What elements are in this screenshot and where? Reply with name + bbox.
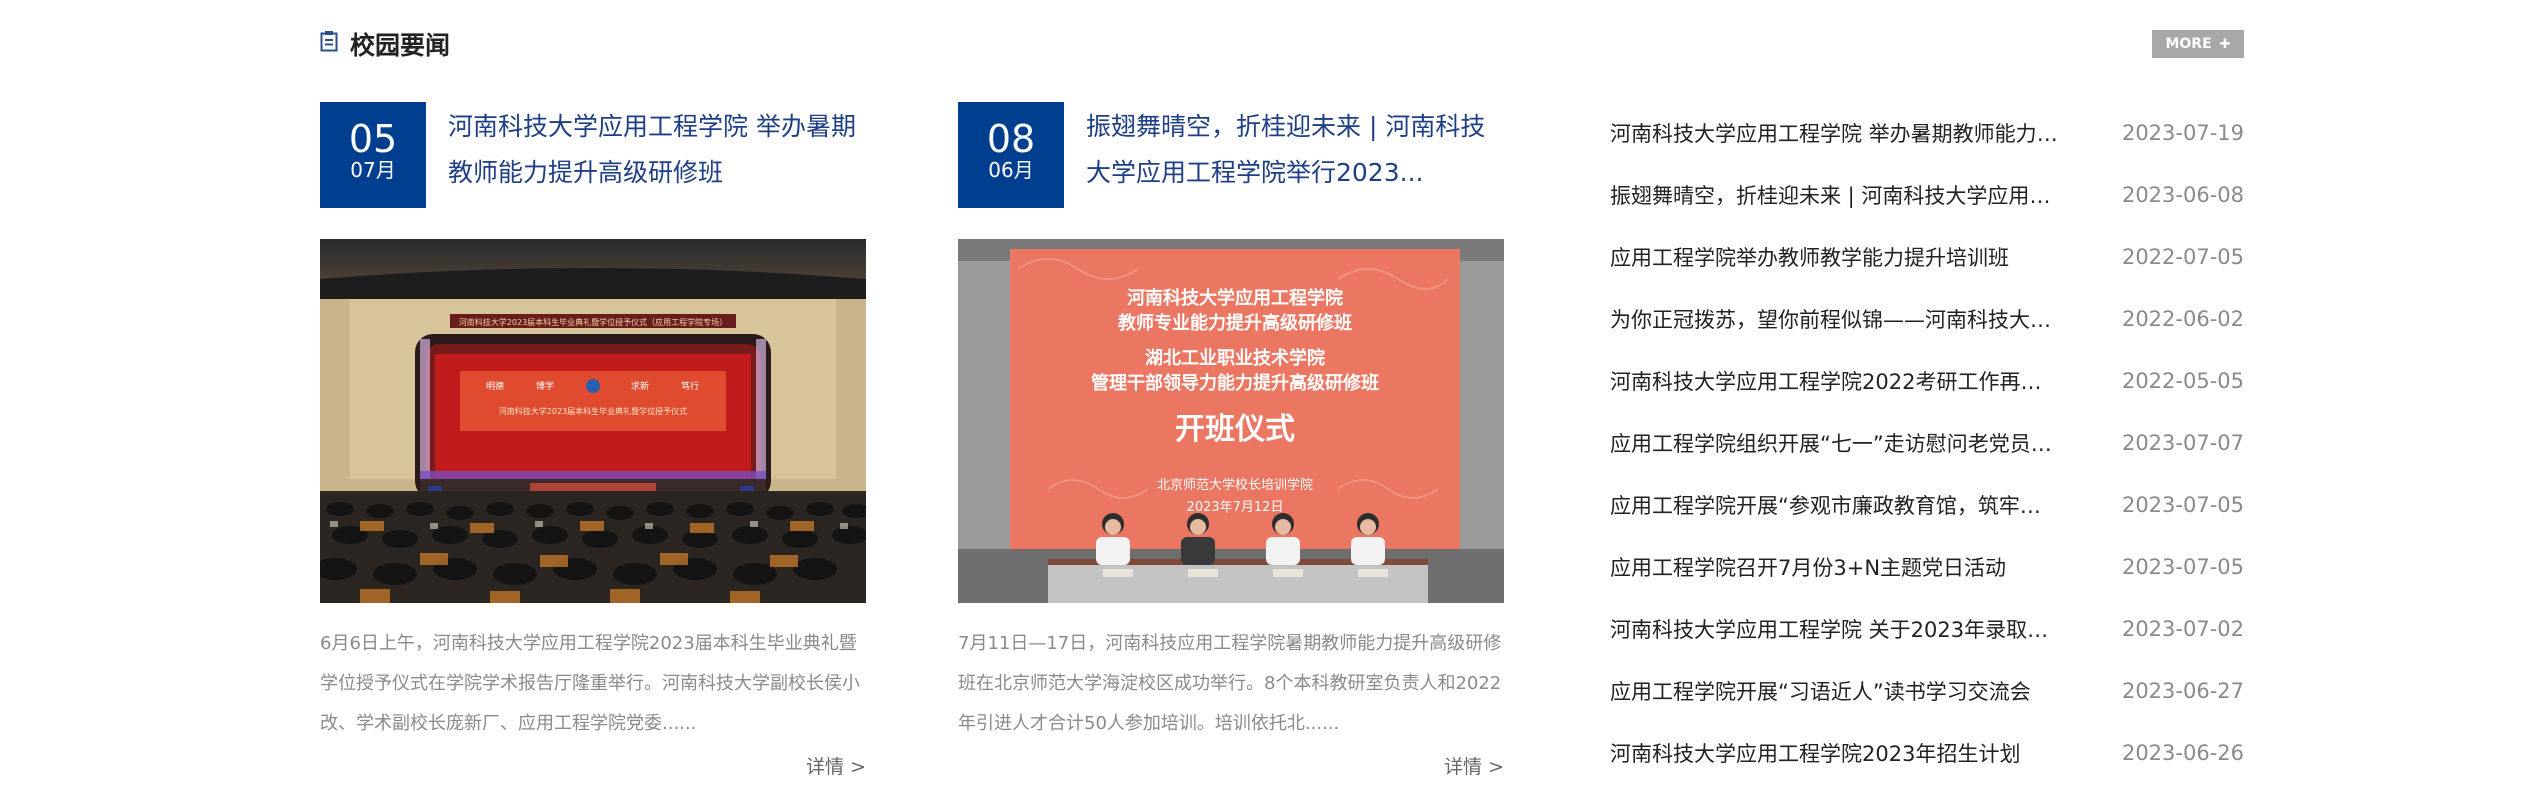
- news-date: 2022-07-05: [2121, 245, 2244, 269]
- date-day: 05: [348, 117, 398, 161]
- detail-link[interactable]: 详情 >: [806, 752, 866, 779]
- featured-summary: 6月6日上午，河南科技大学应用工程学院2023届本科生毕业典礼暨学位授予仪式在学…: [320, 633, 860, 734]
- news-title: 应用工程学院开展“参观市廉政教育馆，筑牢思想防线”: [1610, 494, 2060, 518]
- news-date: 2022-05-05: [2121, 369, 2244, 393]
- news-title: 河南科技大学应用工程学院2023年招生计划: [1610, 742, 2021, 766]
- news-item[interactable]: 应用工程学院举办教师教学能力提升培训班 2022-07-05: [1610, 226, 2244, 288]
- news-title: 为你正冠拨苏，望你前程似锦——河南科技大学应用工程学院: [1610, 308, 2060, 332]
- more-button[interactable]: MORE ✚: [2152, 30, 2244, 58]
- news-title: 应用工程学院组织开展“七一”走访慰问老党员活动: [1610, 432, 2060, 456]
- date-badge: 05 07月: [320, 102, 426, 208]
- screen-ceremony: 开班仪式: [1175, 412, 1295, 447]
- date-month: 06月: [988, 158, 1034, 182]
- news-item[interactable]: 河南科技大学应用工程学院 举办暑期教师能力提升高级研修班 2023-07-19: [1610, 102, 2244, 164]
- news-item[interactable]: 应用工程学院组织开展“七一”走访慰问老党员活动 2023-07-07: [1610, 412, 2244, 474]
- featured-title[interactable]: 河南科技大学应用工程学院 举办暑期教师能力提升高级研修班: [448, 104, 866, 196]
- workshop-photo[interactable]: 河南科技大学应用工程学院 教师专业能力提升高级研修班 湖北工业职业技术学院 管理…: [958, 239, 1504, 603]
- news-item[interactable]: 为你正冠拨苏，望你前程似锦——河南科技大学应用工程学院 2022-06-02: [1610, 288, 2244, 350]
- screen-org: 北京师范大学校长培训学院: [1157, 477, 1313, 493]
- motto-2: 博学: [536, 380, 554, 392]
- date-day: 08: [986, 117, 1036, 161]
- document-icon: [320, 30, 338, 52]
- news-item[interactable]: 振翅舞晴空，折桂迎未来 | 河南科技大学应用工程学院举行2023 2023-06…: [1610, 164, 2244, 226]
- screen-line-3: 湖北工业职业技术学院: [1145, 347, 1325, 369]
- graduation-photo[interactable]: 河南科技大学2023届本科生毕业典礼暨学位授予仪式（应用工程学院专场） 明德 博…: [320, 239, 866, 603]
- news-title: 应用工程学院举办教师教学能力提升培训班: [1610, 246, 2009, 270]
- news-title: 应用工程学院开展“习语近人”读书学习交流会: [1610, 680, 2031, 704]
- date-month: 07月: [350, 158, 396, 182]
- featured-title[interactable]: 振翅舞晴空，折桂迎未来 | 河南科技大学应用工程学院举行2023...: [1086, 104, 1504, 196]
- news-date: 2023-06-26: [2121, 741, 2244, 765]
- news-item[interactable]: 应用工程学院开展“习语近人”读书学习交流会 2023-06-27: [1610, 660, 2244, 722]
- motto-4: 笃行: [681, 380, 699, 392]
- news-title: 振翅舞晴空，折桂迎未来 | 河南科技大学应用工程学院举行2023: [1610, 184, 2060, 208]
- featured-card-2: 08 06月 振翅舞晴空，折桂迎未来 | 河南科技大学应用工程学院举行2023.…: [958, 102, 1504, 792]
- news-item[interactable]: 河南科技大学应用工程学院2023年招生计划 2023-06-26: [1610, 722, 2244, 784]
- section-title: 校园要闻: [350, 31, 451, 60]
- motto-1: 明德: [486, 380, 504, 392]
- screen-text: 河南科技大学2023届本科生毕业典礼暨学位授予仪式: [499, 406, 687, 416]
- screen-line-1: 河南科技大学应用工程学院: [1127, 287, 1343, 309]
- news-title: 应用工程学院召开7月份3+N主题党日活动: [1610, 556, 2007, 580]
- plus-icon: ✚: [2219, 36, 2231, 52]
- news-date: 2023-06-27: [2121, 679, 2244, 703]
- news-item[interactable]: 应用工程学院开展“参观市廉政教育馆，筑牢思想防线” 2023-07-05: [1610, 474, 2244, 536]
- news-date: 2023-07-05: [2121, 555, 2244, 579]
- screen-line-2: 教师专业能力提升高级研修班: [1118, 312, 1352, 334]
- news-title: 河南科技大学应用工程学院2022考研工作再创佳绩: [1610, 370, 2060, 394]
- news-item[interactable]: 河南科技大学应用工程学院 关于2023年录取通知书 2023-07-02: [1610, 598, 2244, 660]
- news-date: 2023-07-07: [2121, 431, 2244, 455]
- screen-date: 2023年7月12日: [1187, 500, 1284, 515]
- screen-line-4: 管理干部领导力能力提升高级研修班: [1091, 372, 1379, 394]
- news-date: 2023-07-05: [2121, 493, 2244, 517]
- motto-3: 求新: [631, 380, 649, 392]
- section-header: 校园要闻 MORE ✚: [320, 24, 2244, 64]
- news-item[interactable]: 应用工程学院召开7月份3+N主题党日活动 2023-07-05: [1610, 536, 2244, 598]
- detail-link[interactable]: 详情 >: [1444, 752, 1504, 779]
- news-date: 2023-06-08: [2121, 183, 2244, 207]
- featured-summary: 7月11日—17日，河南科技应用工程学院暑期教师能力提升高级研修班在北京师范大学…: [958, 633, 1502, 734]
- news-date: 2023-07-19: [2121, 121, 2244, 145]
- featured-card-1: 05 07月 河南科技大学应用工程学院 举办暑期教师能力提升高级研修班 河南科技…: [320, 102, 866, 792]
- news-date: 2023-07-02: [2121, 617, 2244, 641]
- date-badge: 08 06月: [958, 102, 1064, 208]
- news-date: 2022-06-02: [2121, 307, 2244, 331]
- news-list: 河南科技大学应用工程学院 举办暑期教师能力提升高级研修班 2023-07-19 …: [1610, 102, 2244, 784]
- news-title: 河南科技大学应用工程学院 关于2023年录取通知书: [1610, 618, 2060, 642]
- more-label: MORE: [2165, 36, 2212, 52]
- news-title: 河南科技大学应用工程学院 举办暑期教师能力提升高级研修班: [1610, 122, 2060, 146]
- banner-top-text: 河南科技大学2023届本科生毕业典礼暨学位授予仪式（应用工程学院专场）: [459, 317, 727, 327]
- news-item[interactable]: 河南科技大学应用工程学院2022考研工作再创佳绩 2022-05-05: [1610, 350, 2244, 412]
